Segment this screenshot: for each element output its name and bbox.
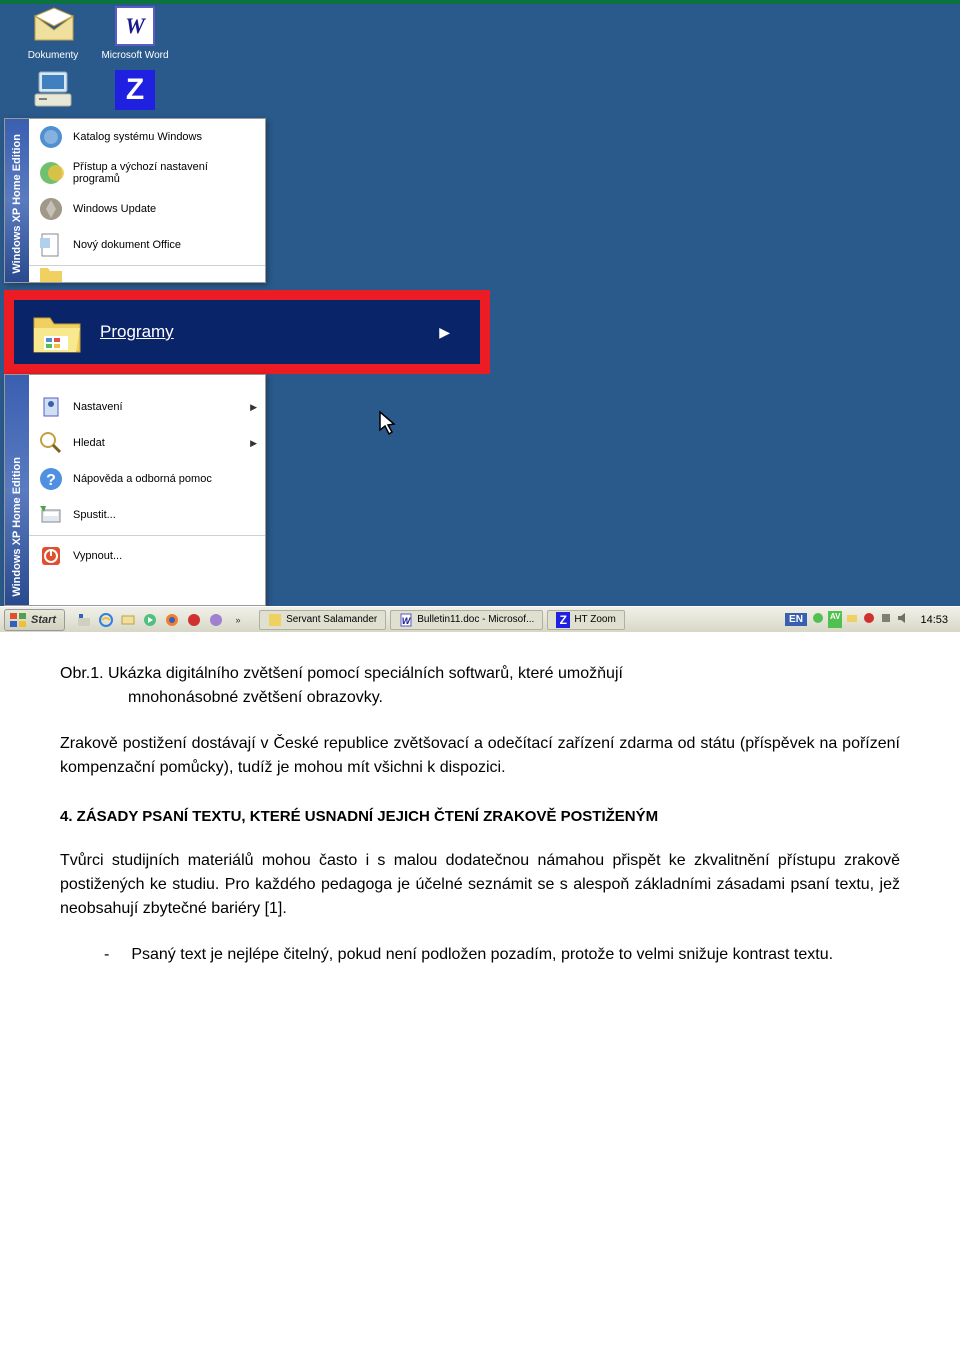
tray-volume-icon[interactable] [896,611,910,628]
start-item-label: Přístup a výchozí nastavení programů [73,161,257,185]
start-menu-sidebar: Windows XP Home Edition [5,119,29,282]
start-item-catalog[interactable]: Katalog systému Windows [29,119,265,155]
quick-launch-item[interactable] [207,611,225,629]
start-item-label: Hledat [73,437,105,449]
start-item-label: Katalog systému Windows [73,131,202,143]
salamander-icon [268,613,282,627]
paragraph: Zrakově postižení dostávají v České repu… [60,732,900,780]
start-item-settings[interactable]: Nastavení ▶ [29,389,265,425]
tray-icon[interactable] [879,611,893,628]
desktop-icon-label: Dokumenty [18,50,88,61]
catalog-icon [37,123,65,151]
start-item-run[interactable]: Spustit... [29,497,265,533]
submenu-arrow-icon: ▶ [439,324,450,341]
z-icon-small: Z [556,613,570,627]
programs-folder-icon [32,310,82,354]
system-tray: EN AV 14:53 [779,611,960,628]
windows-flag-icon [9,612,27,628]
tray-icon[interactable] [811,611,825,628]
quick-launch: » [69,611,253,629]
search-icon [37,429,65,457]
bullet-text: Psaný text je nejlépe čitelný, pokud nen… [131,943,833,967]
start-item-label: Nastavení [73,401,123,413]
computer-icon [33,70,73,108]
settings-icon [37,393,65,421]
programs-label: Programy [100,322,174,342]
taskbar-item-label: Servant Salamander [286,614,377,625]
separator [29,535,265,536]
programs-highlight-box: Programy ▶ [4,290,490,374]
start-item-update[interactable]: Windows Update [29,191,265,227]
language-indicator[interactable]: EN [785,613,807,626]
quick-launch-expand[interactable]: » [229,611,247,629]
start-item-label: Nový dokument Office [73,239,181,251]
taskbar-item-label: Bulletin11.doc - Microsof... [417,614,534,625]
clock[interactable]: 14:53 [914,614,954,626]
start-item-label: Vypnout... [73,550,122,562]
svg-text:?: ? [46,472,56,489]
quick-launch-item[interactable] [185,611,203,629]
z-icon: Z [115,70,155,110]
taskbar-item-zoom[interactable]: Z HT Zoom [547,610,625,630]
desktop-icon-documents[interactable]: Dokumenty [18,6,88,61]
start-item-access[interactable]: Přístup a výchozí nastavení programů [29,155,265,191]
documents-icon [33,6,75,42]
submenu-arrow-icon: ▶ [250,402,257,413]
desktop-icon-word[interactable]: W Microsoft Word [100,6,170,61]
windows-xp-screenshot: Dokumenty W Microsoft Word Z Windows XP … [0,0,960,632]
help-icon: ? [37,465,65,493]
start-item-label: Nápověda a odborná pomoc [73,473,212,485]
quick-launch-item[interactable] [75,611,93,629]
shutdown-icon [37,542,65,570]
start-item-help[interactable]: ? Nápověda a odborná pomoc [29,461,265,497]
start-button[interactable]: Start [4,609,65,631]
start-item-label: Windows Update [73,203,156,215]
quick-launch-ie[interactable] [97,611,115,629]
start-menu-top: Windows XP Home Edition Katalog systému … [4,118,266,283]
run-icon [37,501,65,529]
top-border [0,0,960,4]
cursor-icon [378,410,398,442]
word-icon: W [115,6,155,46]
start-item-office[interactable]: Nový dokument Office [29,227,265,263]
quick-launch-firefox[interactable] [163,611,181,629]
start-item-label: Spustit... [73,509,116,521]
start-menu-sidebar: Windows XP Home Edition [5,375,29,605]
start-item-partial[interactable] [29,268,265,282]
tray-av-badge[interactable]: AV [828,611,843,628]
document-text: Obr.1. Ukázka digitálního zvětšení pomoc… [0,632,960,1007]
start-item-programs[interactable]: Programy ▶ [14,300,480,364]
word-doc-icon: W [399,613,413,627]
desktop-icon-zoom[interactable]: Z [100,70,170,114]
tray-icon[interactable] [845,611,859,628]
desktop-icon-label: Microsoft Word [100,50,170,61]
taskbar: Start » Servant Salamander W Bulletin11.… [0,606,960,632]
section-heading: 4. ZÁSADY PSANÍ TEXTU, KTERÉ USNADNÍ JEJ… [60,806,900,829]
update-icon [37,195,65,223]
bullet-dash: - [104,943,109,967]
start-item-search[interactable]: Hledat ▶ [29,425,265,461]
quick-launch-media[interactable] [141,611,159,629]
taskbar-item-label: HT Zoom [574,614,616,625]
taskbar-item-salamander[interactable]: Servant Salamander [259,610,386,630]
start-menu-bottom: Windows XP Home Edition Nastavení ▶ Hled… [4,374,266,606]
start-item-shutdown[interactable]: Vypnout... [29,538,265,574]
start-button-label: Start [31,614,56,626]
taskbar-item-word[interactable]: W Bulletin11.doc - Microsof... [390,610,543,630]
desktop-icon-computer[interactable] [18,70,88,114]
submenu-arrow-icon: ▶ [250,438,257,449]
office-icon [37,231,65,259]
paragraph: Tvůrci studijních materiálů mohou často … [60,849,900,921]
tray-icon[interactable] [862,611,876,628]
tray-icons: AV [811,611,911,628]
folder-icon [37,268,65,282]
taskbar-running-apps: Servant Salamander W Bulletin11.doc - Mi… [253,610,779,630]
bullet-item: - Psaný text je nejlépe čitelný, pokud n… [104,943,900,967]
quick-launch-outlook[interactable] [119,611,137,629]
separator [29,265,265,266]
access-icon [37,159,65,187]
figure-caption: Obr.1. Ukázka digitálního zvětšení pomoc… [60,662,900,710]
